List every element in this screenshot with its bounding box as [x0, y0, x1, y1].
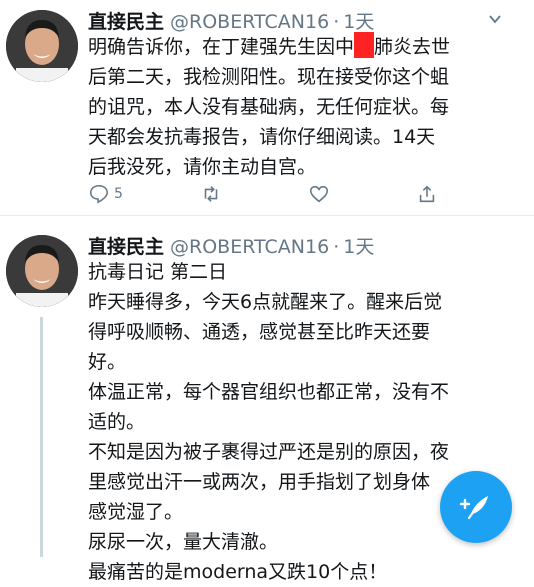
avatar[interactable]	[6, 10, 78, 82]
tweet-text: 抗毒日记 第二日 昨天睡得多，今天6点就醒来了。醒来后觉 得呼吸顺畅、通透，感觉…	[88, 257, 518, 587]
separator-dot: ·	[333, 11, 340, 33]
share-button[interactable]	[416, 180, 438, 208]
text-line: 体温正常，每个器官组织也都正常，没有不	[88, 381, 450, 403]
text-line: 不知是因为被子裹得过严还是别的原因，夜	[88, 441, 450, 463]
text-line: 天都会发抗毒报告，请你仔细阅读。14天	[88, 126, 436, 148]
author-handle[interactable]: @ROBERTCAN16	[170, 236, 329, 258]
retweet-icon	[204, 186, 218, 202]
retweet-button[interactable]	[200, 180, 222, 208]
text-line: 昨天睡得多，今天6点就醒来了。醒来后觉	[88, 291, 443, 313]
like-icon	[309, 185, 329, 203]
text-line: 抗毒日记 第二日	[88, 261, 228, 283]
text-line: 后第二天，我检测阳性。现在接受你这个蛆	[88, 66, 450, 88]
compose-tweet-button[interactable]	[440, 471, 512, 543]
text-line: 最痛苦的是moderna又跌10个点！	[88, 561, 388, 583]
text-line: 的诅咒，本人没有基础病，无任何症状。每	[88, 96, 450, 118]
tweet-actions: 5	[88, 180, 518, 208]
text-line: 明确告诉你，在丁建强先生因中 肺炎去世	[88, 32, 518, 62]
text-line: 好。	[88, 351, 127, 373]
share-icon	[419, 185, 435, 203]
compose-tweet-icon	[459, 496, 488, 520]
text-line: 得呼吸顺畅、通透，感觉甚至比昨天还要	[88, 321, 431, 343]
redaction-mark	[354, 32, 375, 58]
author-handle[interactable]: @ROBERTCAN16	[170, 11, 329, 33]
reply-count: 5	[114, 186, 123, 202]
like-button[interactable]	[308, 180, 330, 208]
reply-button[interactable]: 5	[88, 180, 123, 208]
text-line: 后我没死，请你主动自宫。	[88, 156, 317, 178]
tweet-text: 明确告诉你，在丁建强先生因中 肺炎去世 后第二天，我检测阳性。现在接受你这个蛆 的…	[88, 32, 518, 182]
chevron-down-icon[interactable]	[488, 12, 502, 26]
text-fragment: 肺炎去世	[374, 36, 451, 58]
timestamp[interactable]: 1天	[343, 236, 374, 258]
reply-icon	[89, 184, 109, 204]
timestamp[interactable]: 1天	[343, 11, 374, 33]
author-name[interactable]: 直接民主	[88, 11, 164, 33]
tweet[interactable]: 直接民主 @ROBERTCAN16 · 1天 明确告诉你，在丁建强先生因中 肺炎去世 后…	[0, 0, 534, 215]
avatar[interactable]	[6, 235, 78, 307]
separator-dot: ·	[333, 236, 340, 258]
text-line: 适的。	[88, 411, 146, 433]
author-name[interactable]: 直接民主	[88, 236, 164, 258]
text-fragment: 明确告诉你，在丁建强先生因中	[88, 36, 355, 58]
thread-connector	[40, 317, 43, 557]
